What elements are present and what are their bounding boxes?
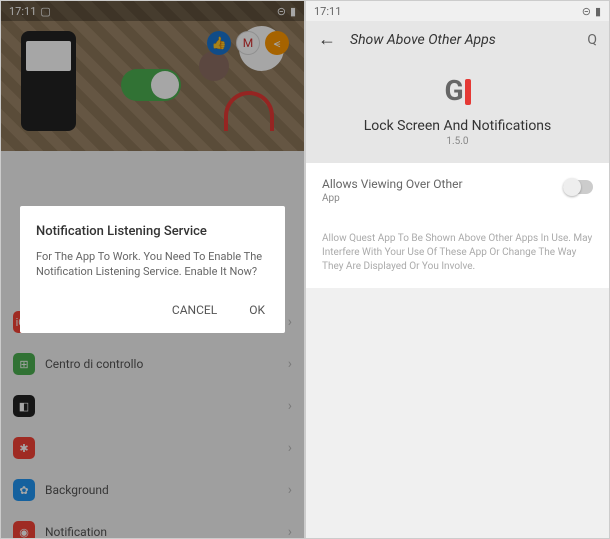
overlay-toggle-switch[interactable] [563, 180, 593, 194]
dialog-title: Notification Listening Service [36, 224, 269, 239]
status-time: 17:11 [314, 5, 341, 18]
dialog-body: For The App To Work. You Need To Enable … [36, 249, 269, 280]
setting-title: Allows Viewing Over Other [322, 177, 563, 191]
app-icon: G [438, 70, 478, 110]
app-header: ← Show Above Other Apps Q [306, 21, 609, 58]
status-bar: 17:11 ⊝ ▮ [306, 1, 609, 21]
app-version: 1.5.0 [306, 136, 609, 147]
permission-description: Allow Quest App To Be Shown Above Other … [306, 218, 609, 288]
wifi-icon: ⊝ [582, 5, 591, 18]
ok-button[interactable]: OK [245, 295, 269, 325]
search-icon[interactable]: Q [587, 32, 597, 48]
battery-icon: ▮ [595, 5, 601, 18]
back-arrow-icon[interactable]: ← [318, 29, 336, 50]
dialog-actions: CANCEL OK [36, 295, 269, 325]
header-title: Show Above Other Apps [350, 32, 573, 48]
cancel-button[interactable]: CANCEL [168, 295, 221, 325]
app-info-section: G Lock Screen And Notifications 1.5.0 [306, 58, 609, 163]
setting-subtitle: App [322, 193, 563, 204]
modal-overlay: Notification Listening Service For The A… [1, 1, 304, 538]
app-name: Lock Screen And Notifications [306, 118, 609, 134]
notification-service-dialog: Notification Listening Service For The A… [20, 206, 285, 334]
right-phone-screenshot: 17:11 ⊝ ▮ ← Show Above Other Apps Q G Lo… [305, 0, 610, 539]
left-phone-screenshot: 17:11 ▢ ⊝ ▮ 👍 M ⪪ iOS IOS Launcher › ⊞ C… [0, 0, 305, 539]
overlay-permission-row[interactable]: Allows Viewing Over Other App [306, 163, 609, 218]
